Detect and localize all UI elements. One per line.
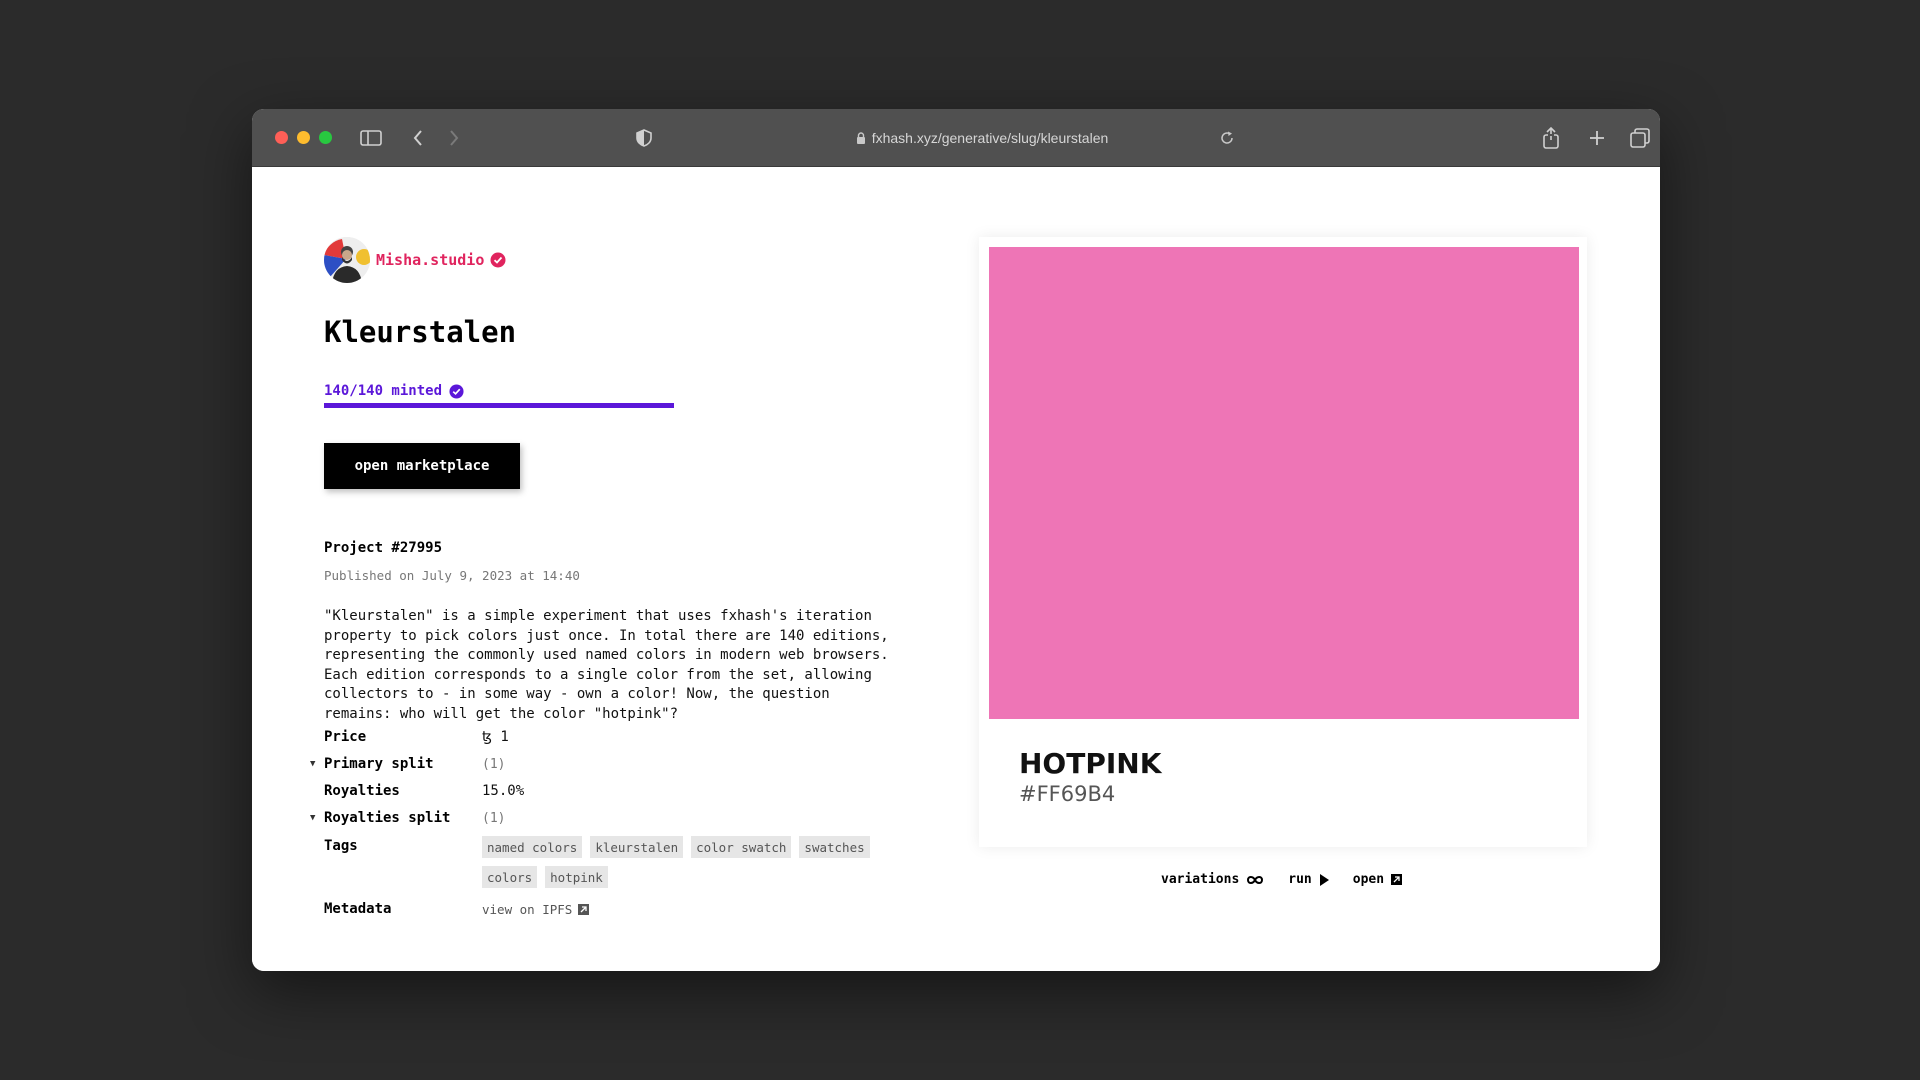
back-icon[interactable]	[406, 126, 430, 150]
tag[interactable]: color swatch	[691, 836, 792, 858]
sidebar-icon[interactable]	[359, 126, 383, 150]
verified-badge-icon	[490, 252, 506, 268]
minted-status: 140/140 minted	[324, 383, 464, 399]
royalties-label: Royalties	[324, 783, 400, 799]
variations-label: variations	[1161, 872, 1240, 887]
reload-icon[interactable]	[1215, 126, 1239, 150]
avatar	[324, 237, 370, 283]
author-link[interactable]: Misha.studio	[324, 237, 506, 283]
royalties-split-toggle[interactable]: Royalties split	[324, 810, 450, 826]
url-text: fxhash.xyz/generative/slug/kleurstalen	[871, 130, 1109, 146]
published-date: Published on July 9, 2023 at 14:40	[324, 568, 580, 583]
infinity-icon	[1247, 875, 1264, 884]
privacy-shield-icon[interactable]	[632, 126, 656, 150]
share-icon[interactable]	[1539, 126, 1563, 150]
open-label: open	[1352, 872, 1385, 887]
open-marketplace-button[interactable]: open marketplace	[324, 443, 520, 489]
external-link-icon	[578, 904, 590, 915]
page-content: Misha.studio Kleurstalen 140/140 minted …	[252, 167, 1660, 971]
royalties-split-caret-icon[interactable]: ▼	[310, 813, 315, 823]
external-link-icon	[1391, 874, 1403, 885]
price-label: Price	[324, 729, 367, 745]
primary-split-count: (1)	[482, 757, 506, 772]
metadata-label: Metadata	[324, 901, 392, 917]
minimize-window-button[interactable]	[297, 131, 310, 144]
tab-overview-icon[interactable]	[1628, 126, 1652, 150]
price-value: ꜩ 1	[482, 729, 509, 745]
play-icon	[1319, 873, 1329, 886]
tag[interactable]: colors	[482, 866, 538, 888]
project-id: Project #27995	[324, 540, 443, 556]
new-tab-icon[interactable]	[1585, 126, 1609, 150]
artwork-preview-card: HOTPINK #FF69B4	[979, 237, 1587, 847]
minted-label: 140/140 minted	[324, 383, 443, 399]
run-button[interactable]: run	[1288, 872, 1329, 887]
author-name[interactable]: Misha.studio	[376, 251, 484, 269]
close-window-button[interactable]	[275, 131, 288, 144]
color-hex: #FF69B4	[1019, 782, 1116, 806]
variations-button[interactable]: variations	[1161, 872, 1264, 887]
royalties-value: 15.0%	[482, 783, 525, 799]
royalties-split-count: (1)	[482, 811, 506, 826]
lock-icon	[856, 132, 865, 144]
browser-toolbar: fxhash.xyz/generative/slug/kleurstalen	[252, 109, 1660, 167]
color-name: HOTPINK	[1019, 747, 1162, 780]
primary-split-toggle[interactable]: Primary split	[324, 756, 434, 772]
tag[interactable]: kleurstalen	[590, 836, 684, 858]
tag[interactable]: swatches	[799, 836, 870, 858]
run-label: run	[1288, 872, 1312, 887]
preview-actions: variations run open	[1161, 872, 1403, 887]
tags-list: named colors kleurstalen color swatch sw…	[482, 836, 902, 888]
ipfs-link-label: view on IPFS	[482, 902, 573, 917]
check-circle-icon	[449, 383, 464, 399]
address-bar[interactable]: fxhash.xyz/generative/slug/kleurstalen	[812, 127, 1152, 149]
tag[interactable]: hotpink	[545, 866, 608, 888]
tags-label: Tags	[324, 838, 358, 854]
open-button[interactable]: open	[1352, 872, 1403, 887]
tag[interactable]: named colors	[482, 836, 583, 858]
project-description: "Kleurstalen" is a simple experiment tha…	[324, 608, 889, 722]
zoom-window-button[interactable]	[319, 131, 332, 144]
view-on-ipfs-link[interactable]: view on IPFS	[482, 902, 590, 917]
browser-window: fxhash.xyz/generative/slug/kleurstalen M…	[252, 109, 1660, 971]
page-title: Kleurstalen	[324, 315, 517, 349]
forward-icon[interactable]	[442, 126, 466, 150]
minted-progress-bar	[324, 403, 674, 408]
color-swatch[interactable]	[989, 247, 1579, 719]
primary-split-caret-icon[interactable]: ▼	[310, 759, 315, 769]
